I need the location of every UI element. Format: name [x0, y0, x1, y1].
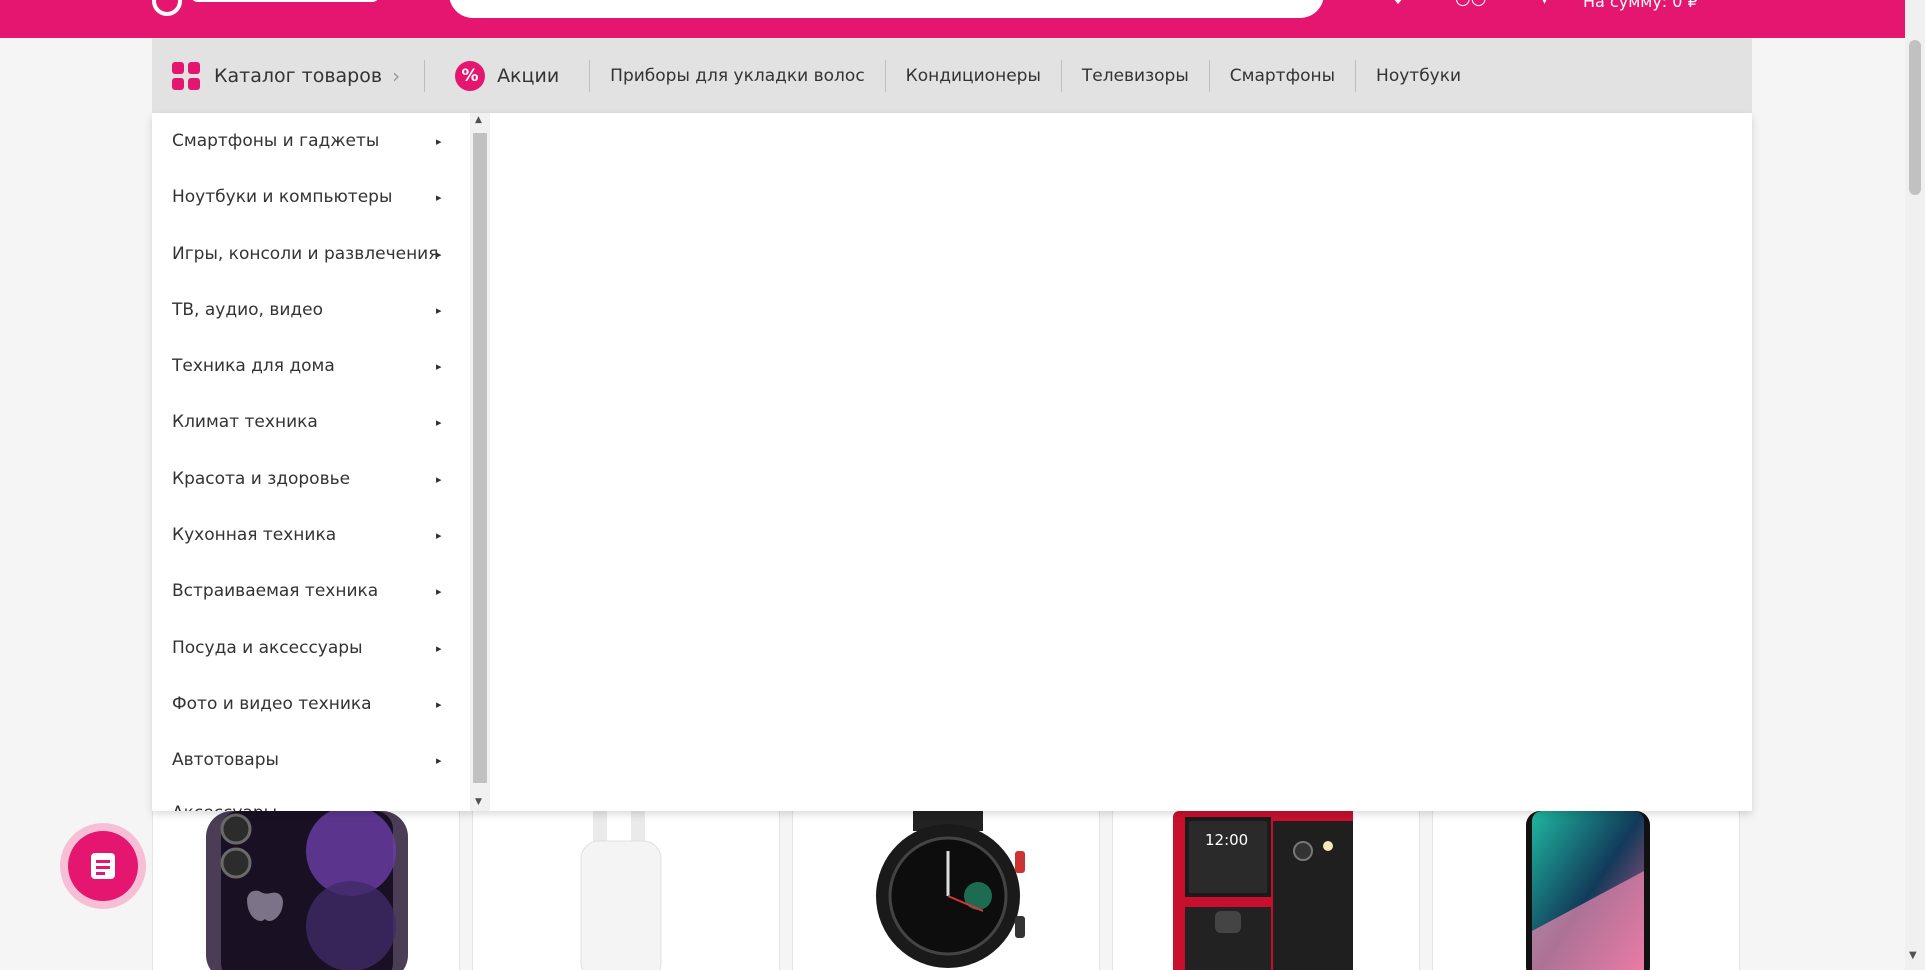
product-card[interactable]: 12:00: [1112, 801, 1420, 970]
catalog-item-tv-audio-video[interactable]: ТВ, аудио, видео ▸: [152, 282, 470, 338]
catalog-item-photo-video[interactable]: Фото и видео техника ▸: [152, 676, 470, 732]
nav-link-smartphones[interactable]: Смартфоны: [1210, 66, 1355, 86]
catalog-item-label: ТВ, аудио, видео: [172, 300, 324, 320]
nav-link-laptops[interactable]: Ноутбуки: [1356, 66, 1481, 86]
catalog-item-label: Встраиваемая техника: [172, 581, 379, 601]
logo-mark-icon[interactable]: [152, 0, 182, 16]
product-card[interactable]: [472, 801, 780, 970]
promo-label: Акции: [497, 64, 560, 87]
catalog-grid-icon: [172, 61, 200, 90]
catalog-item-games-consoles[interactable]: Игры, консоли и развлечения ▸: [152, 226, 470, 282]
catalog-category-list: Смартфоны и гаджеты ▸ Ноутбуки и компьют…: [152, 113, 470, 811]
catalog-scrollbar-thumb[interactable]: [473, 133, 487, 783]
catalog-item-laptops-computers[interactable]: Ноутбуки и компьютеры ▸: [152, 169, 470, 225]
catalog-button[interactable]: Каталог товаров ›: [152, 38, 424, 113]
smartwatch-image: [876, 811, 1025, 968]
nav-link-hair-styling[interactable]: Приборы для укладки волос: [590, 66, 885, 86]
triangle-right-icon: ▸: [436, 641, 442, 655]
scroll-up-arrow-icon[interactable]: ▲: [475, 115, 482, 125]
triangle-right-icon: ▸: [436, 303, 442, 317]
product-card[interactable]: [152, 801, 460, 970]
catalog-item-label: Ноутбуки и компьютеры: [172, 187, 393, 207]
catalog-item-label: Техника для дома: [172, 356, 335, 376]
page-scrollbar-thumb[interactable]: [1909, 40, 1921, 195]
promo-link[interactable]: % Акции: [425, 60, 589, 91]
catalog-item-kitchen[interactable]: Кухонная техника ▸: [152, 507, 470, 563]
catalog-item-label: Кухонная техника: [172, 525, 337, 545]
catalog-item-label: Автотовары: [172, 750, 279, 770]
main-nav-bar: Каталог товаров › % Акции Приборы для ук…: [152, 38, 1752, 113]
logo-wordmark[interactable]: [190, 0, 400, 4]
catalog-scrollbar[interactable]: ▲ ▼: [470, 113, 490, 811]
triangle-right-icon: ▸: [436, 584, 442, 598]
scroll-down-arrow-icon[interactable]: ▼: [475, 797, 482, 807]
triangle-right-icon: ▸: [436, 190, 442, 204]
catalog-item-dishes-accessories[interactable]: Посуда и аксессуары ▸: [152, 620, 470, 676]
triangle-right-icon: ▸: [436, 472, 442, 486]
product-carousel: 12:00: [152, 801, 1752, 970]
catalog-item-label: Посуда и аксессуары: [172, 638, 363, 658]
product-card[interactable]: [792, 801, 1100, 970]
catalog-item-auto[interactable]: Автотовары ▸: [152, 732, 470, 788]
catalog-item-label: Игры, консоли и развлечения: [172, 244, 439, 264]
phone-time-text: 12:00: [1205, 831, 1248, 849]
nav-link-tvs[interactable]: Телевизоры: [1062, 66, 1209, 86]
catalog-item-home-appliances[interactable]: Техника для дома ▸: [152, 338, 470, 394]
iphone-13-image: [1526, 811, 1650, 970]
triangle-right-icon: ▸: [436, 697, 442, 711]
triangle-right-icon: ▸: [436, 415, 442, 429]
usb-charger-image: [580, 811, 662, 970]
scroll-down-arrow-icon[interactable]: ▼: [1909, 950, 1917, 961]
iphone-14-pro-image: [206, 811, 408, 970]
catalog-item-built-in[interactable]: Встраиваемая техника ▸: [152, 563, 470, 619]
catalog-item-label: Климат техника: [172, 412, 318, 432]
catalog-item-label: Красота и здоровье: [172, 469, 351, 489]
cart-icon[interactable]: ▾: [1540, 0, 1549, 8]
compare-icon[interactable]: ◡◡: [1455, 0, 1486, 8]
catalog-item-beauty-health[interactable]: Красота и здоровье ▸: [152, 451, 470, 507]
catalog-item-climate[interactable]: Климат техника ▸: [152, 394, 470, 450]
chat-button[interactable]: [60, 823, 146, 909]
page-scrollbar[interactable]: ▼: [1905, 0, 1925, 970]
nokia-phone-image: 12:00: [1173, 811, 1353, 970]
nav-link-air-conditioners[interactable]: Кондиционеры: [886, 66, 1061, 86]
catalog-item-label: Смартфоны и гаджеты: [172, 131, 380, 151]
triangle-right-icon: ▸: [436, 528, 442, 542]
document-icon: [91, 853, 115, 879]
product-card[interactable]: [1432, 801, 1740, 970]
cart-total-text[interactable]: На сумму: 0 ₽: [1583, 0, 1698, 11]
catalog-dropdown: Смартфоны и гаджеты ▸ Ноутбуки и компьют…: [152, 113, 1752, 811]
catalog-item-label: Фото и видео техника: [172, 694, 372, 714]
triangle-right-icon: ▸: [436, 753, 442, 767]
catalog-item-partial[interactable]: Аксессуары: [172, 803, 277, 811]
chevron-right-icon: ›: [392, 63, 401, 88]
heart-icon[interactable]: ♥: [1390, 0, 1406, 8]
triangle-right-icon: ▸: [436, 247, 442, 261]
triangle-right-icon: ▸: [436, 359, 442, 373]
percent-icon: %: [455, 60, 486, 91]
triangle-right-icon: ▸: [436, 134, 442, 148]
top-header: ♥ ◡◡ ▾ На сумму: 0 ₽: [0, 0, 1905, 38]
catalog-label: Каталог товаров: [214, 64, 383, 87]
chat-button-inner: [68, 831, 138, 901]
search-input[interactable]: [449, 0, 1324, 18]
catalog-item-smartphones-gadgets[interactable]: Смартфоны и гаджеты ▸: [152, 113, 470, 169]
